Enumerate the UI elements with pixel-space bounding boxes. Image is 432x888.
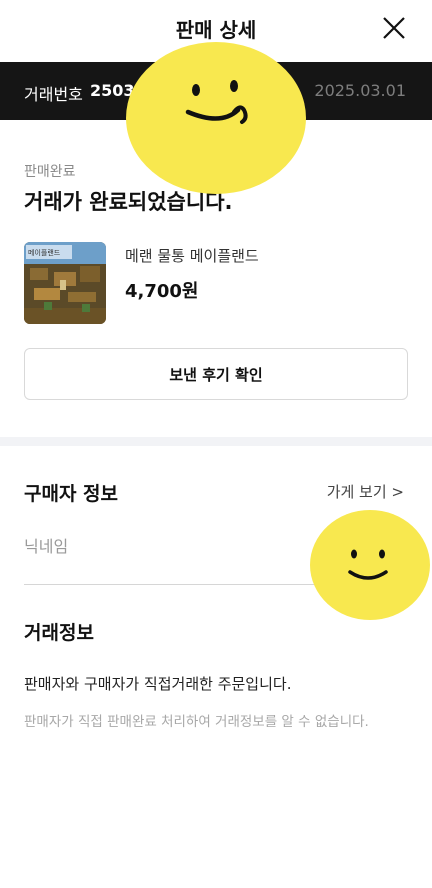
page-title: 판매 상세 bbox=[175, 18, 257, 42]
smiley-sticker-small bbox=[310, 510, 430, 620]
transaction-date: 2025.03.01 bbox=[314, 81, 406, 100]
smiley-face-icon bbox=[348, 549, 388, 580]
status-label: 판매완료 bbox=[24, 164, 76, 180]
buyer-info-title: 구매자 정보 bbox=[24, 483, 119, 505]
product-thumb-caption: 메이플랜드 bbox=[28, 248, 61, 257]
nickname-label: 닉네임 bbox=[24, 537, 69, 556]
close-icon bbox=[383, 17, 405, 39]
sent-review-button[interactable]: 보낸 후기 확인 bbox=[24, 348, 408, 400]
transaction-info-description: 판매자와 구매자가 직접거래한 주문입니다. bbox=[24, 675, 292, 693]
close-button[interactable] bbox=[380, 14, 408, 42]
transaction-number-label: 거래번호 bbox=[24, 85, 83, 104]
section-divider bbox=[0, 437, 432, 446]
view-store-link[interactable]: 가게 보기 > bbox=[327, 481, 404, 502]
smiley-sticker-large bbox=[126, 42, 306, 194]
product-image: 메이플랜드 bbox=[24, 242, 106, 324]
product-name[interactable]: 메랜 물통 메이플랜드 bbox=[125, 245, 259, 266]
transaction-info-note: 판매자가 직접 판매완료 처리하여 거래정보를 알 수 없습니다. bbox=[24, 714, 369, 730]
smiley-face-icon bbox=[185, 80, 248, 124]
transaction-info-title: 거래정보 bbox=[24, 622, 94, 644]
product-price: 4,700원 bbox=[125, 281, 199, 302]
product-thumbnail[interactable]: 메이플랜드 bbox=[24, 242, 106, 324]
